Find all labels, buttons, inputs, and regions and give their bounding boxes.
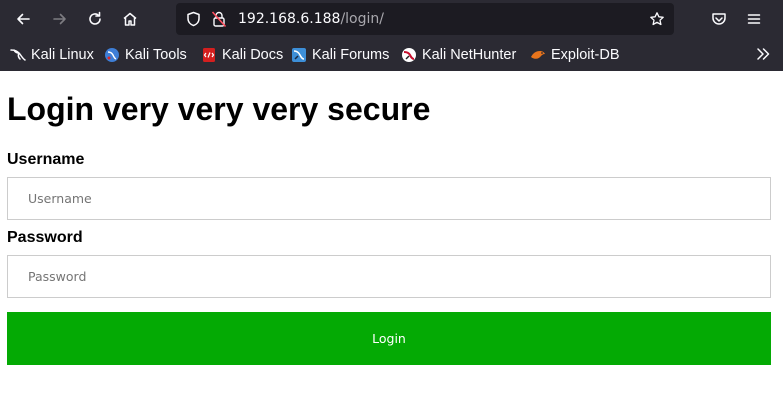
exploit-db-icon xyxy=(531,51,545,59)
kali-nethunter-icon xyxy=(402,48,416,62)
bookmark-kali-nethunter[interactable]: Kali NetHunter xyxy=(401,44,516,66)
back-arrow-icon xyxy=(17,13,30,25)
bookmark-kali-docs[interactable]: Kali Docs xyxy=(201,44,283,66)
bookmark-label: Kali Forums xyxy=(312,47,390,63)
bookmark-kali-forums[interactable]: Kali Forums xyxy=(291,44,389,66)
password-label: Password xyxy=(7,229,83,246)
bookmark-kali-linux[interactable]: Kali Linux xyxy=(10,44,94,66)
browser-chrome: 192.168.6.188/login/ Kali Linux Kali Too… xyxy=(0,0,783,71)
back-button[interactable] xyxy=(9,5,37,33)
menu-button[interactable] xyxy=(740,5,768,33)
username-label: Username xyxy=(7,151,85,168)
hamburger-menu-icon xyxy=(747,14,761,24)
reload-button[interactable] xyxy=(81,5,109,33)
pocket-button[interactable] xyxy=(705,5,733,33)
reload-icon xyxy=(89,11,101,25)
address-bar[interactable]: 192.168.6.188/login/ xyxy=(176,3,674,35)
password-input[interactable] xyxy=(7,255,771,298)
url-text[interactable]: 192.168.6.188/login/ xyxy=(238,3,384,35)
bookmark-star-icon[interactable] xyxy=(648,3,666,35)
forward-arrow-icon xyxy=(53,13,66,25)
chevron-double-right-icon xyxy=(757,48,770,60)
bookmark-exploit-db[interactable]: Exploit-DB xyxy=(530,44,620,66)
url-path: /login/ xyxy=(340,11,384,27)
url-host: 192.168.6.188 xyxy=(238,11,341,27)
bookmark-kali-tools[interactable]: Kali Tools xyxy=(104,44,187,66)
bookmark-label: Kali Docs xyxy=(222,47,284,63)
bookmark-label: Kali Tools xyxy=(125,47,187,63)
bookmark-label: Kali Linux xyxy=(31,47,94,63)
username-input[interactable] xyxy=(7,177,771,220)
forward-button[interactable] xyxy=(46,5,74,33)
home-button[interactable] xyxy=(116,5,144,33)
login-button[interactable]: Login xyxy=(7,312,771,365)
home-icon xyxy=(123,12,137,26)
login-page: Login very very very secure Username Pas… xyxy=(0,71,783,407)
bookmark-label: Exploit-DB xyxy=(551,47,620,63)
tracking-protection-shield-icon[interactable] xyxy=(184,3,202,35)
insecure-lock-icon[interactable] xyxy=(210,3,228,35)
pocket-icon xyxy=(712,13,726,25)
kali-tools-icon xyxy=(105,48,119,62)
browser-toolbar: 192.168.6.188/login/ xyxy=(0,0,783,38)
kali-forums-icon xyxy=(292,48,306,62)
bookmark-label: Kali NetHunter xyxy=(422,47,517,63)
kali-docs-icon xyxy=(203,48,215,62)
page-title: Login very very very secure xyxy=(7,91,431,127)
bookmarks-toolbar: Kali Linux Kali Tools Kali Docs Kali For… xyxy=(0,40,783,70)
kali-dragon-icon xyxy=(10,49,26,61)
bookmarks-overflow-button[interactable] xyxy=(755,46,771,66)
